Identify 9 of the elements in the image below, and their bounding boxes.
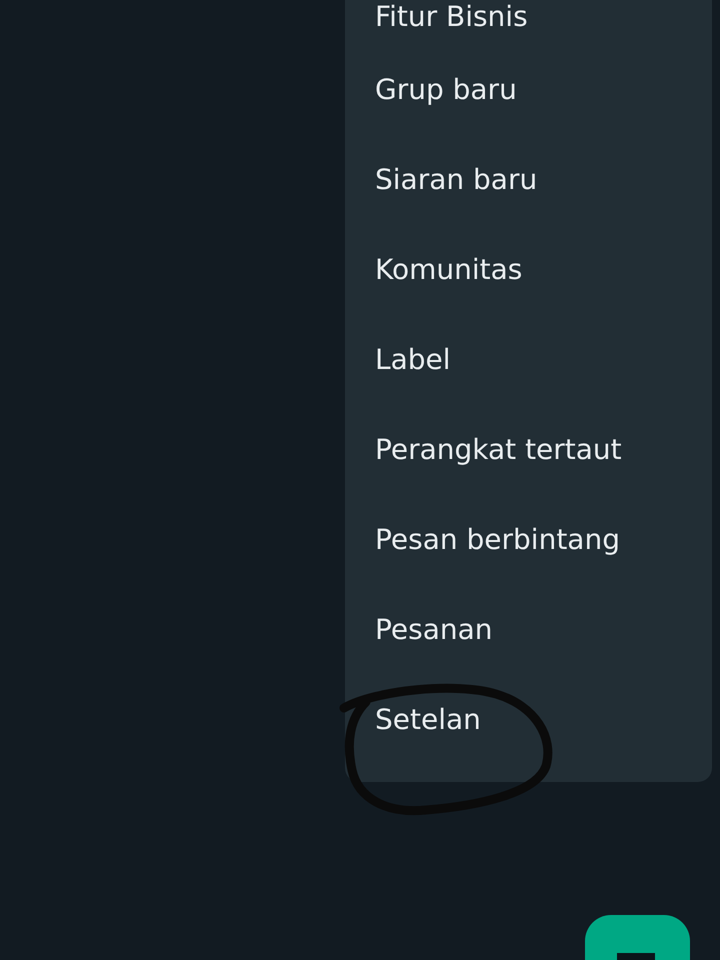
menu-item[interactable]: Fitur Bisnis [375, 0, 528, 33]
menu-item[interactable]: Grup baru [375, 72, 517, 106]
menu-item[interactable]: Siaran baru [375, 162, 538, 196]
menu-item[interactable]: Komunitas [375, 252, 522, 286]
menu-item[interactable]: Pesan berbintang [375, 522, 620, 556]
menu-item[interactable]: Pesanan [375, 612, 493, 646]
menu-item[interactable]: Perangkat tertaut [375, 432, 622, 466]
menu-item[interactable]: Label [375, 342, 451, 376]
menu-item[interactable]: Setelan [375, 702, 481, 736]
